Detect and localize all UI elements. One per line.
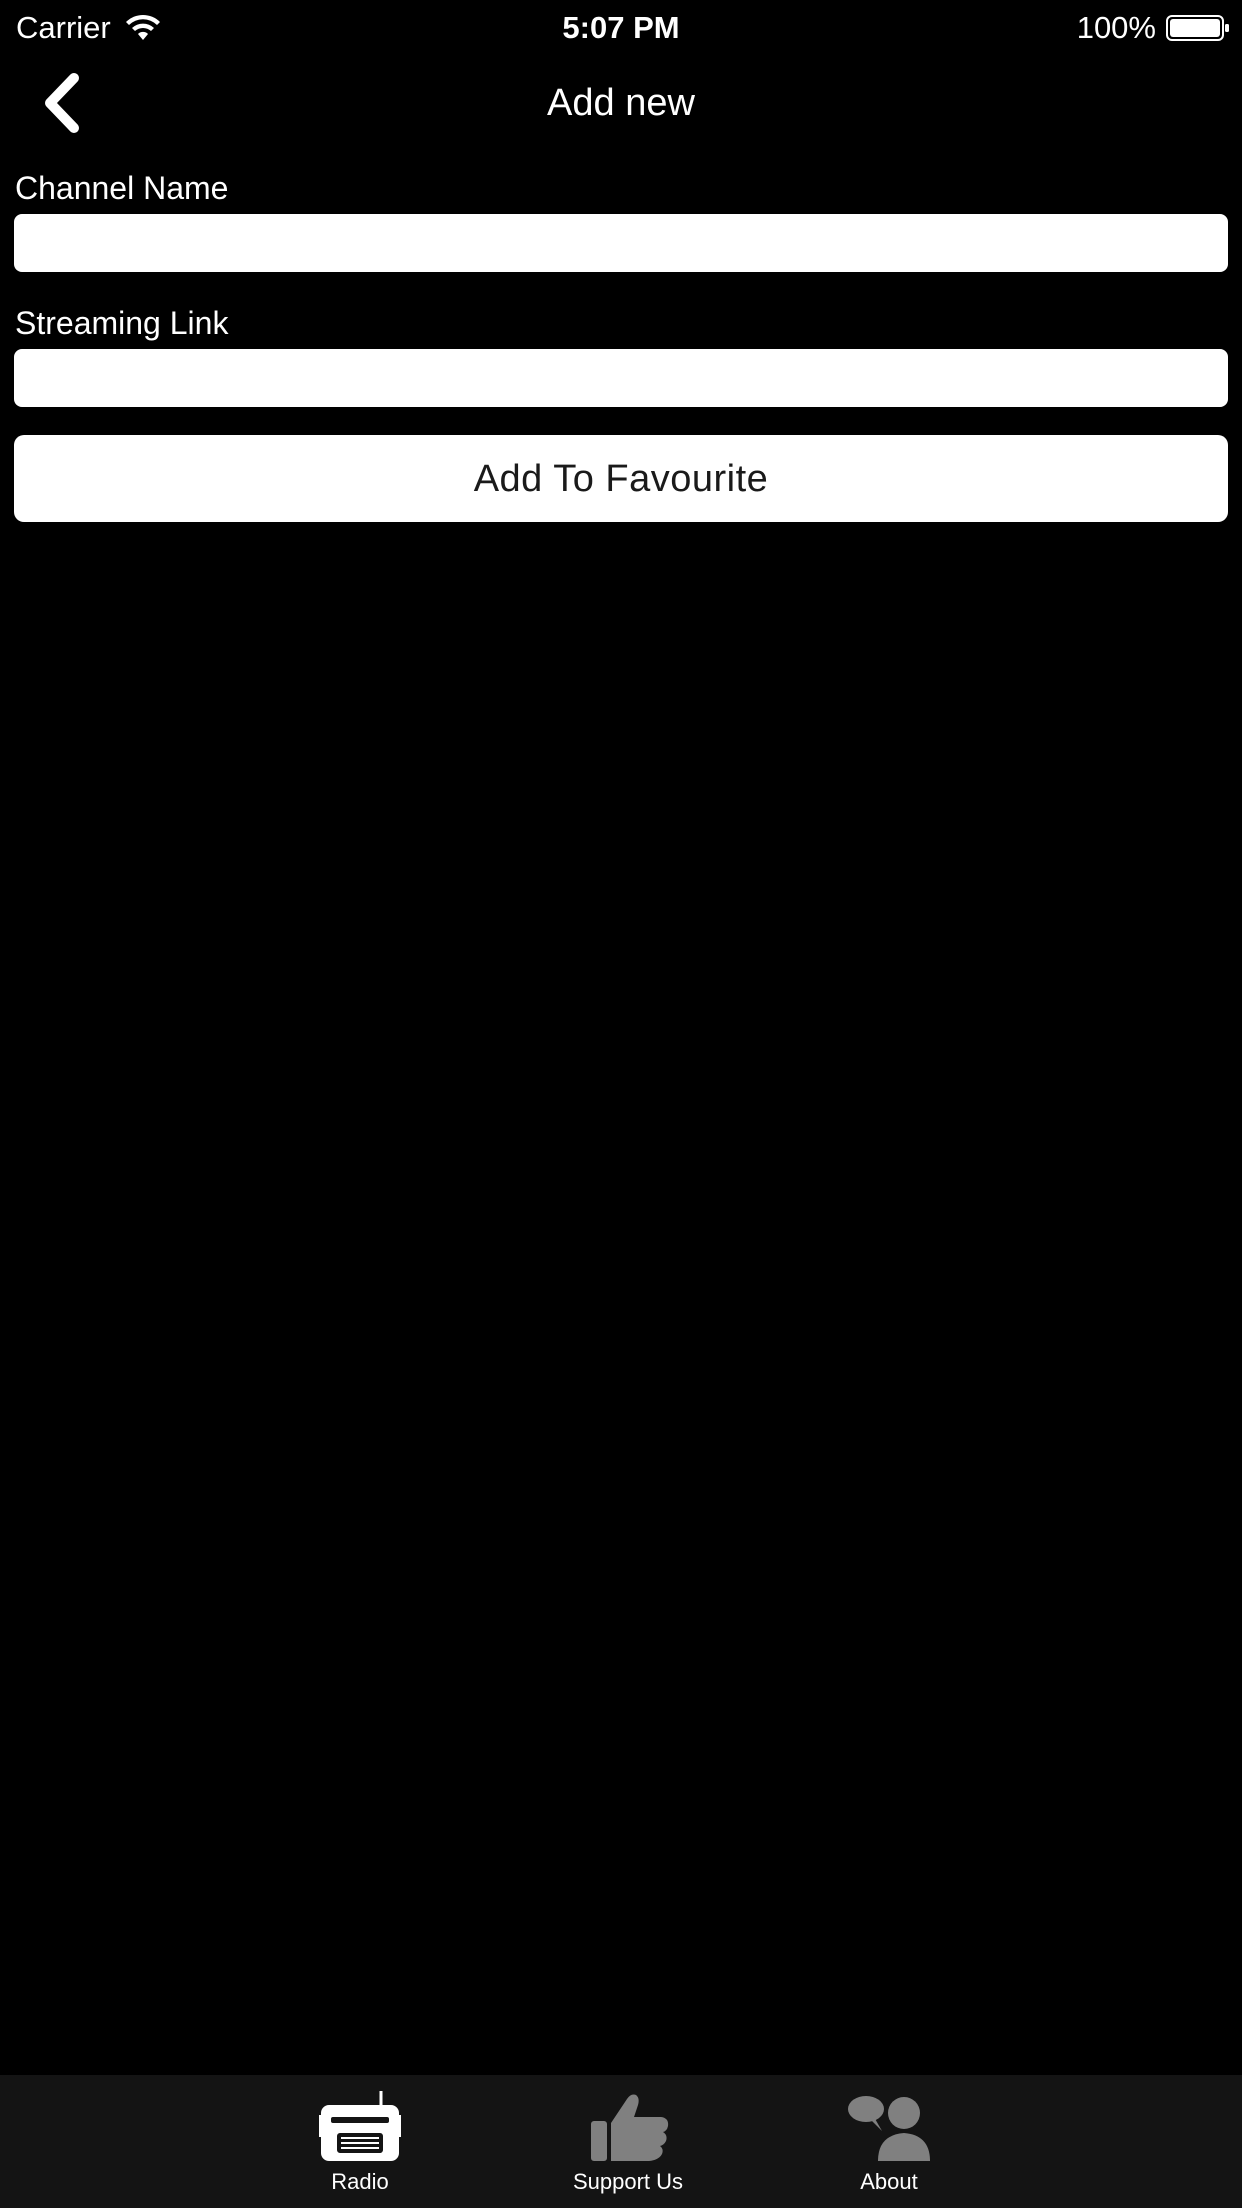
thumbs-up-icon: [591, 2094, 669, 2161]
tab-support-us[interactable]: Support Us: [558, 2075, 698, 2208]
add-to-favourite-button[interactable]: Add To Favourite: [14, 435, 1228, 522]
channel-name-label: Channel Name: [15, 170, 229, 206]
tab-support-us-label: Support Us: [572, 2169, 684, 2194]
battery-icon: [1166, 15, 1229, 41]
channel-name-input[interactable]: [14, 214, 1228, 272]
page-title: Add new: [547, 82, 695, 124]
tab-radio-label: Radio: [331, 2169, 389, 2194]
battery-percent: 100%: [1076, 10, 1156, 45]
tab-radio[interactable]: Radio: [300, 2075, 420, 2208]
tab-about-label: About: [860, 2169, 918, 2194]
status-bar: Carrier 5:07 PM 100%: [0, 0, 1242, 56]
tab-about[interactable]: About: [829, 2075, 949, 2208]
tab-bar: Radio Support Us About: [0, 2075, 1242, 2208]
chat-people-icon: [848, 2096, 930, 2161]
status-time: 5:07 PM: [562, 10, 680, 45]
streaming-link-label: Streaming Link: [15, 305, 229, 341]
battery-indicator: 100%: [1077, 10, 1230, 46]
radio-icon: [319, 2091, 401, 2161]
streaming-link-input[interactable]: [14, 349, 1228, 407]
navigation-bar: Add new: [0, 56, 1242, 152]
